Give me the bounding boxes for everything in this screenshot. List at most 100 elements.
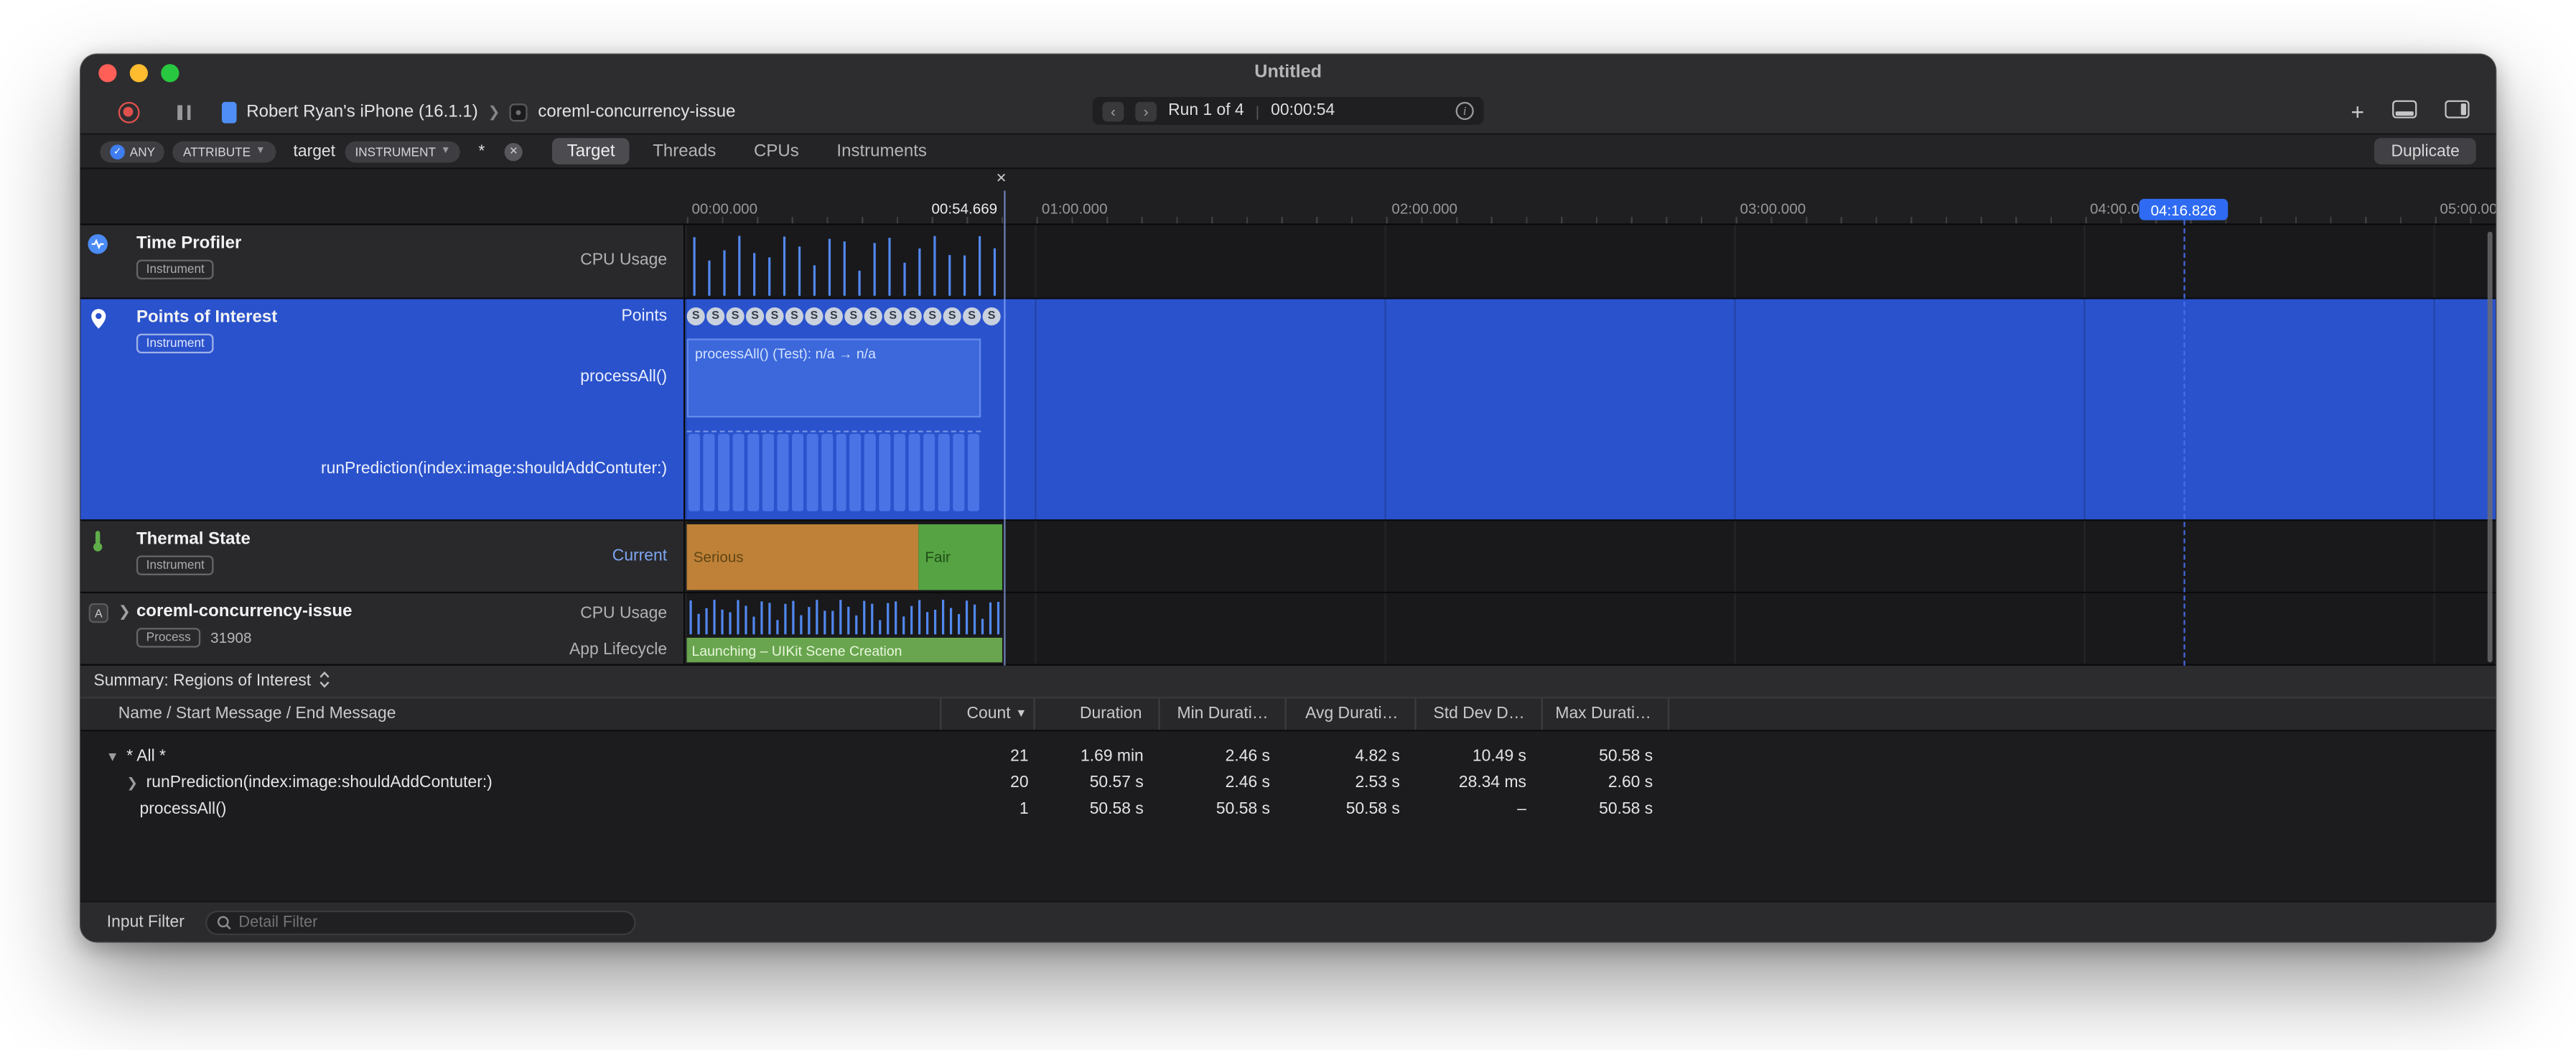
crosshair-cursor: ✕ [996, 171, 1007, 186]
column-header-name[interactable]: Name / Start Message / End Message [80, 699, 941, 730]
table-row-processall[interactable]: processAll() 1 50.58 s 50.58 s 50.58 s –… [80, 796, 2496, 822]
lane-label-cpu-usage: CPU Usage [580, 251, 667, 269]
interval-bar[interactable] [821, 434, 832, 511]
detail-filter-input[interactable] [238, 913, 625, 931]
track-header-process[interactable]: A ❯ coreml-concurrency-issue Process 319… [80, 593, 685, 664]
signpost-dot[interactable]: S [864, 307, 882, 325]
column-header-std-dev[interactable]: Std Dev D… [1417, 699, 1543, 730]
any-token-label: ANY [130, 144, 155, 159]
toggle-bottom-panel-button[interactable] [2392, 97, 2417, 126]
signpost-dot[interactable]: S [963, 307, 981, 325]
input-filter-label: Input Filter [107, 913, 185, 931]
interval-bar[interactable] [895, 434, 906, 511]
close-window-button[interactable] [98, 63, 116, 81]
run-navigator: ‹ › Run 1 of 4 | 00:00:54 i [1093, 97, 1484, 125]
app-lifecycle-bar[interactable]: Launching – UIKit Scene Creation [687, 638, 1002, 662]
pause-button[interactable] [177, 104, 190, 119]
signpost-dot[interactable]: S [727, 307, 745, 325]
track-chart-points-of-interest[interactable]: SSSSSSSSSSSSSSSS processAll() (Test): n/… [685, 299, 2496, 520]
signpost-dot[interactable]: S [746, 307, 764, 325]
filter-attribute-dropdown[interactable]: ATTRIBUTE ▼ [173, 141, 275, 162]
interval-bar[interactable] [777, 434, 788, 511]
interval-bar[interactable] [689, 434, 700, 511]
signpost-dot[interactable]: S [943, 307, 961, 325]
minimize-window-button[interactable] [130, 63, 148, 81]
remove-filter-button[interactable]: ✕ [505, 142, 523, 160]
zoom-window-button[interactable] [161, 63, 179, 81]
column-header-duration[interactable]: Duration [1035, 699, 1160, 730]
interval-bar[interactable] [850, 434, 862, 511]
add-instrument-button[interactable]: + [2351, 98, 2364, 125]
interval-bar[interactable] [762, 434, 773, 511]
interval-bar[interactable] [879, 434, 891, 511]
filter-instrument-dropdown[interactable]: INSTRUMENT ▼ [345, 141, 460, 162]
cpu-usage-graph [687, 233, 1002, 296]
signpost-dot[interactable]: S [844, 307, 862, 325]
toggle-right-panel-button[interactable] [2445, 97, 2469, 126]
tab-target[interactable]: Target [552, 138, 630, 164]
thermal-state-fair[interactable]: Fair [918, 524, 1002, 590]
signpost-dot[interactable]: S [785, 307, 803, 325]
disclosure-chevron-icon[interactable]: ❯ [118, 603, 131, 621]
interval-bar[interactable] [953, 434, 965, 511]
vertical-scrollbar[interactable] [2488, 232, 2493, 663]
column-header-min-duration[interactable]: Min Durati… [1160, 699, 1287, 730]
interval-bar[interactable] [909, 434, 920, 511]
target-device-selector[interactable]: Robert Ryan's iPhone (16.1.1) ❯ coreml-c… [222, 101, 736, 123]
detail-filter-field[interactable] [206, 910, 637, 934]
interval-bar[interactable] [968, 434, 979, 511]
interval-bar[interactable] [791, 434, 803, 511]
signpost-dot[interactable]: S [706, 307, 724, 325]
signpost-dot[interactable]: S [825, 307, 843, 325]
signpost-dot[interactable]: S [884, 307, 902, 325]
track-header-thermal-state[interactable]: Thermal State Instrument Current [80, 521, 685, 591]
column-header-max-duration[interactable]: Max Durati… [1543, 699, 1669, 730]
interval-bar[interactable] [718, 434, 729, 511]
track-chart-process[interactable]: Launching – UIKit Scene Creation [685, 593, 2496, 664]
interval-bar[interactable] [747, 434, 759, 511]
tab-threads[interactable]: Threads [638, 138, 731, 164]
duplicate-button[interactable]: Duplicate [2375, 138, 2476, 164]
track-header-time-profiler[interactable]: Time Profiler Instrument CPU Usage [80, 226, 685, 298]
track-chart-thermal-state[interactable]: Serious Fair [685, 521, 2496, 591]
interval-bar[interactable] [836, 434, 847, 511]
previous-run-button[interactable]: ‹ [1103, 101, 1124, 121]
signpost-dot[interactable]: S [904, 307, 922, 325]
lane-label-current: Current [612, 547, 667, 565]
tab-instruments[interactable]: Instruments [822, 138, 942, 164]
signpost-dot[interactable]: S [923, 307, 941, 325]
processall-span-block[interactable]: processAll() (Test): n/a → n/a [687, 338, 981, 417]
interval-bar[interactable] [865, 434, 877, 511]
table-row-runprediction[interactable]: ❯runPrediction(index:image:shouldAddCont… [80, 769, 2496, 796]
run-marker-time-flag[interactable]: 04:16.826 [2139, 199, 2229, 220]
thermal-state-serious[interactable]: Serious [687, 524, 919, 590]
disclosure-closed-icon[interactable]: ❯ [125, 775, 140, 790]
interval-bar[interactable] [938, 434, 950, 511]
disclosure-open-icon[interactable]: ▼ [105, 748, 120, 763]
track-process: A ❯ coreml-concurrency-issue Process 319… [80, 593, 2496, 666]
interval-bar[interactable] [732, 434, 744, 511]
track-chart-time-profiler[interactable] [685, 226, 2496, 298]
playhead-line[interactable] [1004, 190, 1005, 665]
points-glyph-row: SSSSSSSSSSSSSSSS [687, 307, 1002, 327]
interval-bar[interactable] [924, 434, 935, 511]
signpost-dot[interactable]: S [765, 307, 783, 325]
next-run-button[interactable]: › [1135, 101, 1157, 121]
signpost-dot[interactable]: S [687, 307, 705, 325]
column-header-count[interactable]: Count▼ [941, 699, 1035, 730]
tab-cpus[interactable]: CPUs [739, 138, 813, 164]
summary-selector-stepper[interactable] [319, 666, 331, 696]
info-icon[interactable]: i [1456, 102, 1474, 120]
filter-bar: ✓ ANY ATTRIBUTE ▼ target INSTRUMENT ▼ * … [80, 133, 2496, 169]
track-header-points-of-interest[interactable]: Points of Interest Instrument Points pro… [80, 299, 685, 520]
table-row-all[interactable]: ▼* All * 21 1.69 min 2.46 s 4.82 s 10.49… [80, 743, 2496, 769]
record-button[interactable] [118, 101, 140, 123]
interval-bar[interactable] [703, 434, 714, 511]
instrument-token-label: INSTRUMENT [355, 144, 436, 159]
filter-any-token[interactable]: ✓ ANY [101, 141, 165, 162]
interval-bar[interactable] [806, 434, 818, 511]
run-marker-line[interactable] [2183, 220, 2185, 666]
signpost-dot[interactable]: S [805, 307, 823, 325]
column-header-avg-duration[interactable]: Avg Durati… [1287, 699, 1417, 730]
signpost-dot[interactable]: S [983, 307, 1001, 325]
